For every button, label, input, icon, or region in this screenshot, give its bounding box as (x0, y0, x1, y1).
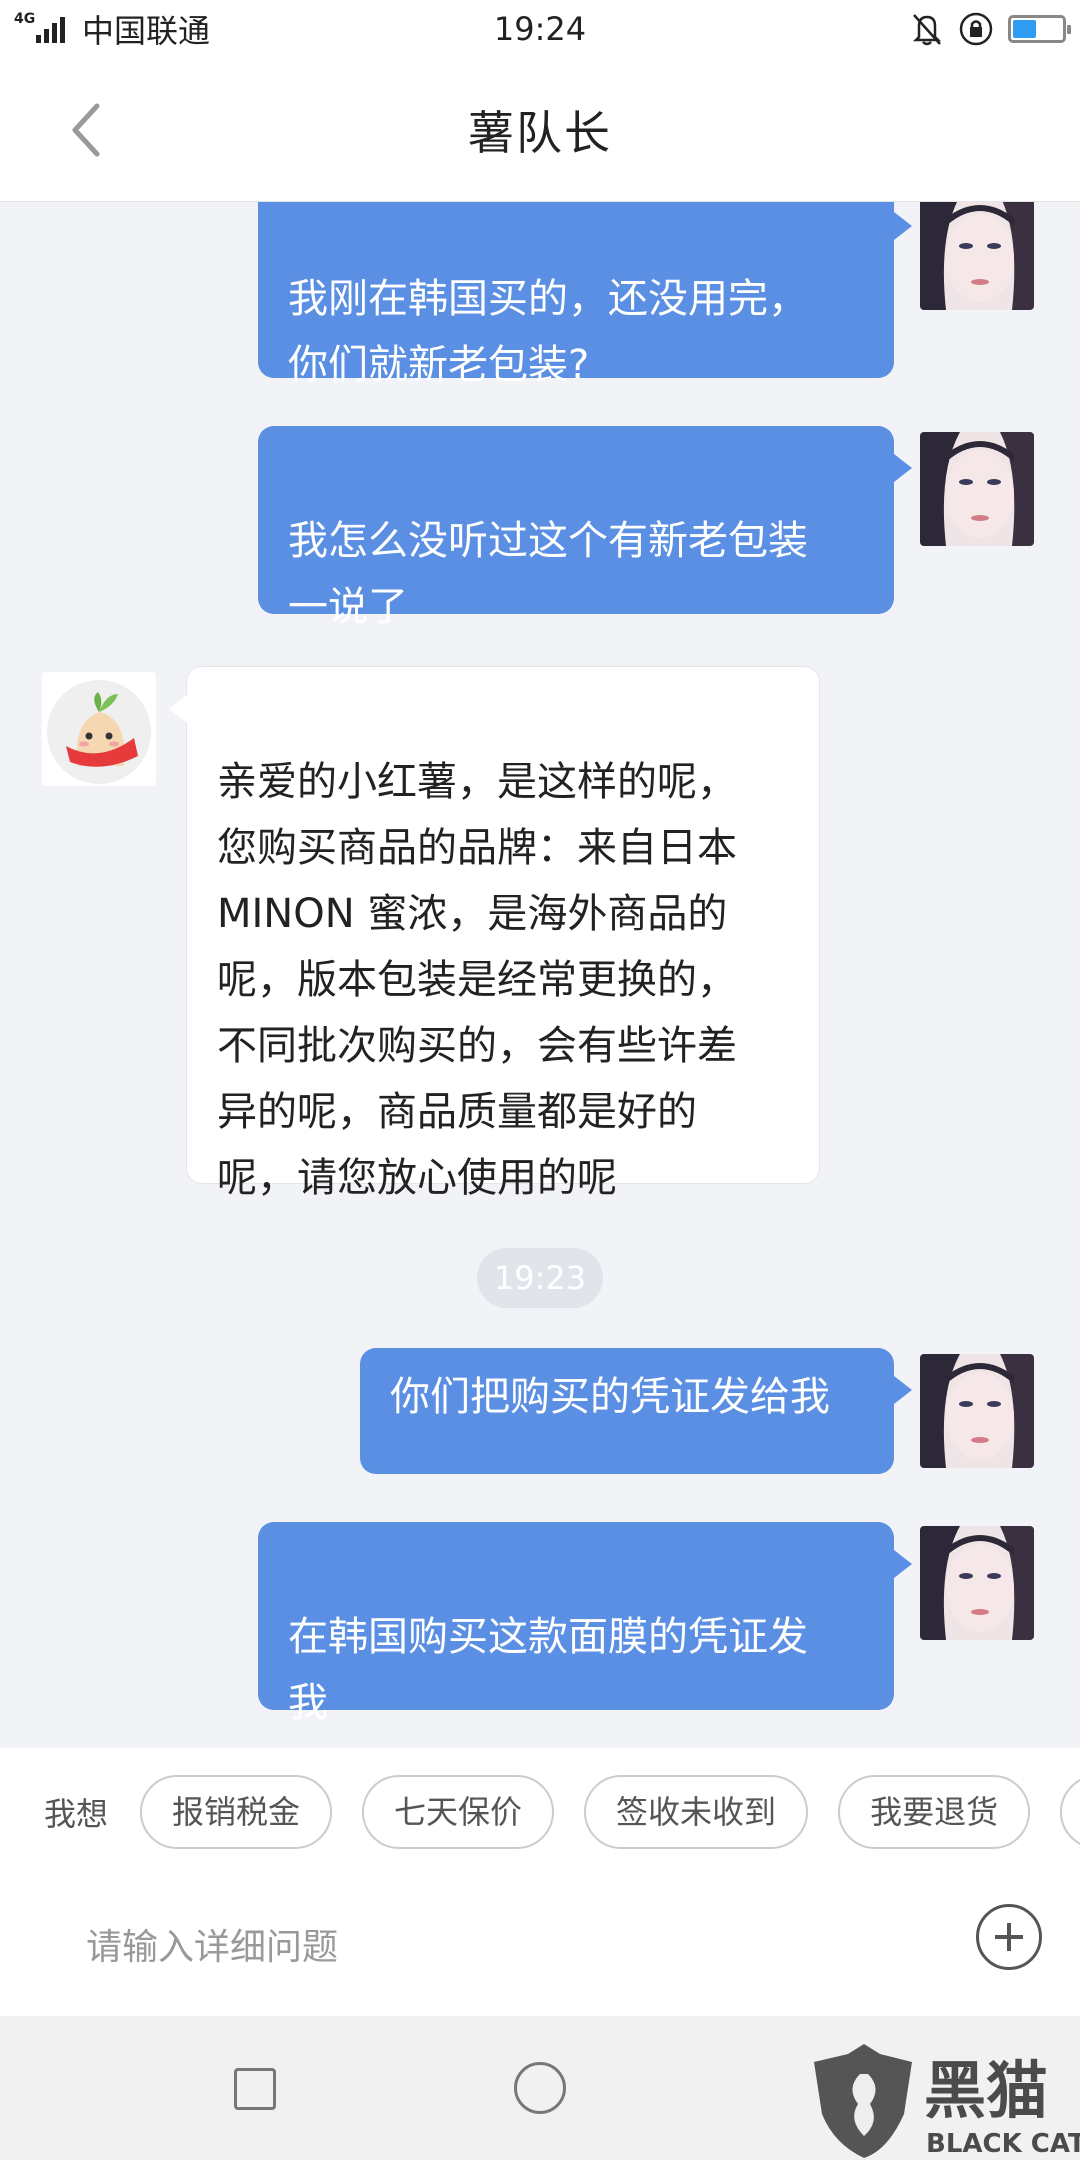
battery-icon (1008, 15, 1071, 43)
back-button[interactable] (56, 96, 116, 164)
chip-not-received[interactable]: 签收未收到 (584, 1775, 809, 1849)
message-bubble-incoming[interactable]: 亲爱的小红薯，是这样的呢， 您购买商品的品牌：来自日本 MINON 蜜浓，是海外… (169, 666, 820, 1201)
add-attachment-button[interactable] (976, 1904, 1042, 1970)
message-text: 我刚在韩国买的，还没用完， 你们就新老包装? (288, 276, 808, 388)
carrier-name: 中国联通 (82, 12, 211, 50)
chat-header: 薯队长 (0, 58, 1080, 202)
input-bar (0, 1876, 1080, 2016)
message-text: 我怎么没听过这个有新老包装 一说了 (288, 518, 808, 630)
black-cat-watermark: 黑猫 BLACK CAT (814, 2044, 1080, 2159)
message-bubble-outgoing[interactable]: 我怎么没听过这个有新老包装 一说了 (258, 426, 912, 630)
message-input[interactable] (86, 1912, 946, 1982)
status-left: 4G 中国联通 (14, 6, 414, 52)
user-avatar[interactable] (920, 1526, 1034, 1640)
message-text: 你们把购买的凭证发给我 (390, 1374, 830, 1420)
user-avatar[interactable] (920, 1354, 1034, 1468)
battery-level (1013, 20, 1037, 38)
quick-reply-label: 我想 (44, 1795, 109, 1833)
chevron-left-icon (72, 103, 100, 157)
timestamp-divider: 19:23 (477, 1248, 603, 1308)
message-bubble-outgoing[interactable]: 你们把购买的凭证发给我 (360, 1348, 912, 1474)
message-bubble-outgoing[interactable]: 在韩国购买这款面膜的凭证发 我 (258, 1522, 912, 1726)
home-button[interactable] (514, 2062, 566, 2114)
message-bubble-outgoing[interactable]: 我刚在韩国买的，还没用完， 你们就新老包装? (258, 202, 912, 388)
status-time: 19:24 (493, 10, 587, 48)
signal-icon: 4G (14, 9, 74, 49)
chip-return[interactable]: 我要退货 (838, 1775, 1031, 1849)
rotation-lock-icon (959, 12, 993, 46)
mute-bell-icon (912, 14, 942, 46)
network-type: 4G (14, 11, 36, 27)
agent-avatar[interactable] (42, 672, 156, 786)
status-right (666, 11, 1071, 47)
watermark-text-cn: 黑猫 (924, 2054, 1048, 2127)
chip-price-protection[interactable]: 七天保价 (362, 1775, 555, 1849)
chat-area[interactable]: 我刚在韩国买的，还没用完， 你们就新老包装? 我怎么没听过这个有新老包装 一说了… (0, 202, 1080, 1748)
watermark-text-en: BLACK CAT (926, 2129, 1080, 2159)
chip-more[interactable]: 开 (1060, 1775, 1080, 1849)
message-text: 亲爱的小红薯，是这样的呢， 您购买商品的品牌：来自日本 MINON 蜜浓，是海外… (217, 759, 737, 1201)
recent-apps-button[interactable] (234, 2068, 276, 2110)
message-text: 在韩国购买这款面膜的凭证发 我 (288, 1614, 808, 1726)
chip-reimburse-tax[interactable]: 报销税金 (140, 1775, 333, 1849)
user-avatar[interactable] (920, 202, 1034, 310)
user-avatar[interactable] (920, 432, 1034, 546)
page-title: 薯队长 (468, 105, 612, 160)
quick-reply-bar[interactable]: 我想 报销税金 七天保价 签收未收到 我要退货 开 (0, 1748, 1080, 1876)
status-bar: 4G 中国联通 19:24 (0, 0, 1080, 58)
